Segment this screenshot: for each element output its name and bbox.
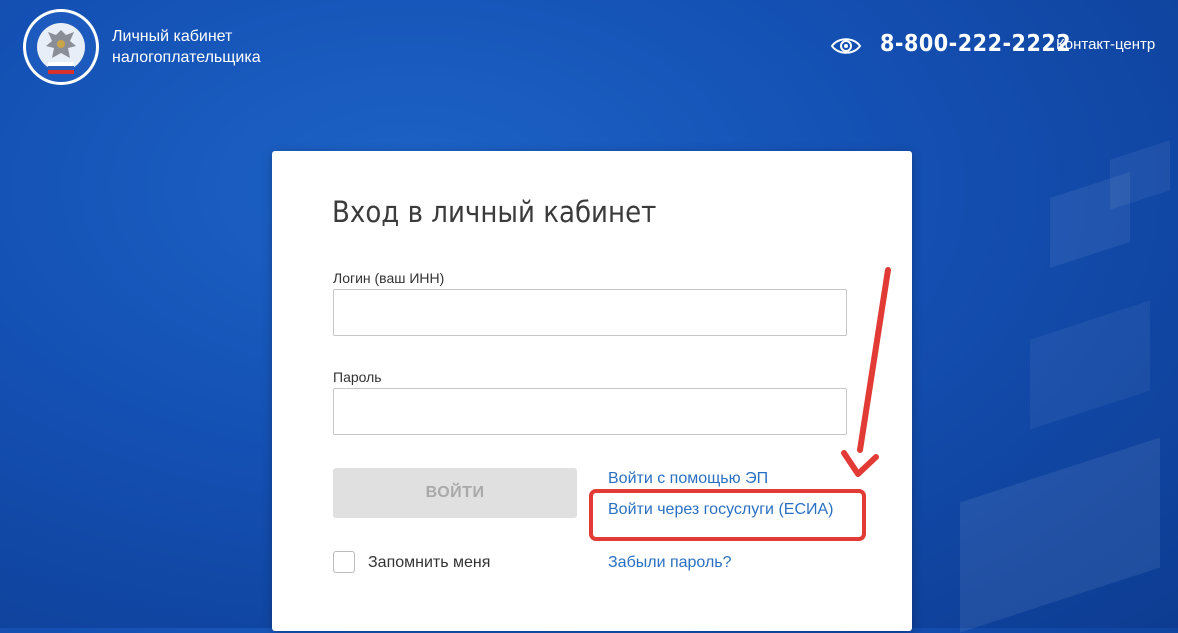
brand-line-2: налогоплательщика — [112, 49, 261, 66]
bg-shape — [1030, 300, 1150, 430]
contact-center-link[interactable]: Контакт-центр — [1056, 36, 1155, 53]
remember-checkbox[interactable] — [333, 551, 355, 573]
login-card: Вход в личный кабинет Логин (ваш ИНН) Па… — [272, 151, 912, 631]
bg-shape — [1110, 140, 1170, 210]
annotation-arrow-icon — [841, 267, 891, 477]
brand-title[interactable]: Личный кабинет налогоплательщика — [112, 26, 261, 68]
login-input[interactable] — [333, 289, 847, 336]
brand-line-1: Личный кабинет — [112, 28, 233, 45]
annotation-highlight-box — [589, 489, 866, 541]
login-label: Логин (ваш ИНН) — [333, 270, 445, 286]
password-input[interactable] — [333, 388, 847, 435]
eye-icon[interactable] — [830, 35, 862, 57]
password-label: Пароль — [333, 369, 382, 385]
hotline-phone[interactable]: 8-800-222-2222 — [880, 31, 1071, 57]
forgot-password-link[interactable]: Забыли пароль? — [608, 554, 732, 572]
bg-shape — [960, 437, 1160, 633]
page-title: Вход в личный кабинет — [332, 195, 657, 229]
login-ep-link[interactable]: Войти с помощью ЭП — [608, 470, 768, 488]
login-submit-button[interactable]: ВОЙТИ — [333, 468, 577, 518]
fns-emblem-icon[interactable] — [22, 8, 100, 86]
remember-label[interactable]: Запомнить меня — [368, 554, 490, 572]
